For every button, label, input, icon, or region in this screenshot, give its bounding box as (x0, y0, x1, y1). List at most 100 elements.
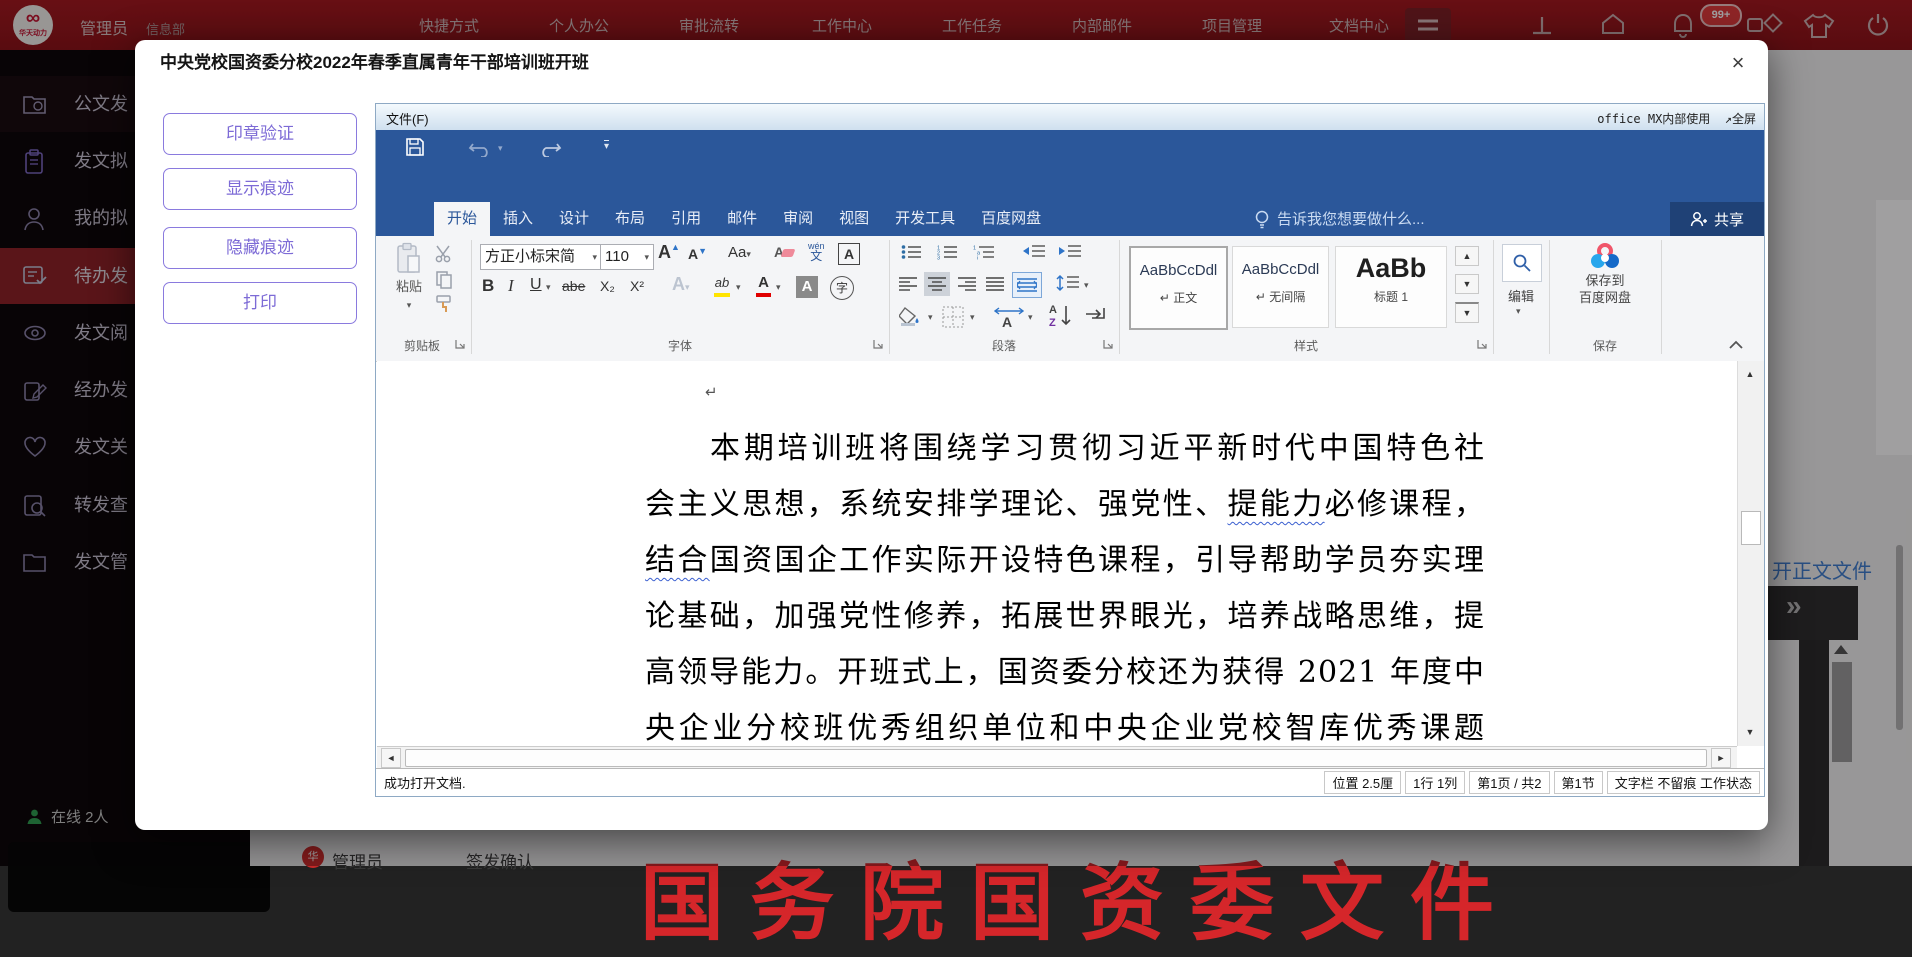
seal-verify-button[interactable]: 印章验证 (163, 113, 357, 155)
decrease-indent-button[interactable] (1022, 244, 1046, 260)
tab-developer[interactable]: 开发工具 (882, 202, 968, 236)
underline-caret-icon[interactable]: ▾ (546, 282, 551, 293)
doc-horizontal-scrollbar[interactable]: ◄ ► (377, 746, 1737, 769)
styles-dialog-launcher-icon[interactable] (1476, 338, 1488, 350)
highlight-color-button[interactable]: ab (714, 274, 730, 298)
font-name-select[interactable]: 方正小标宋简 ▾ (480, 244, 602, 270)
vscroll-thumb[interactable] (1741, 511, 1761, 545)
edit-menu-button[interactable]: 编辑 (1502, 286, 1540, 305)
styles-scroll-down[interactable]: ▼ (1455, 274, 1479, 294)
close-icon[interactable]: × (1723, 48, 1753, 78)
clipboard-dialog-launcher-icon[interactable] (454, 338, 466, 350)
font-size-select[interactable]: 110 ▾ (600, 244, 654, 270)
undo-icon[interactable] (468, 139, 494, 157)
line-spacing-button[interactable] (1056, 274, 1080, 292)
redo-icon[interactable] (536, 139, 562, 157)
numbering-button[interactable]: 123 (936, 244, 958, 260)
character-border-button[interactable]: A (838, 243, 860, 265)
svg-text:1: 1 (973, 246, 976, 252)
highlight-caret-icon[interactable]: ▾ (736, 282, 741, 293)
underline-button[interactable]: U (530, 276, 542, 294)
bullets-button[interactable] (901, 244, 923, 260)
tab-review[interactable]: 审阅 (770, 202, 826, 236)
styles-scroll-up[interactable]: ▲ (1455, 246, 1479, 266)
borders-caret-icon[interactable]: ▾ (970, 312, 975, 323)
fullscreen-link[interactable]: ↗全屏 (1725, 112, 1756, 126)
save-to-baidu-button[interactable]: 保存到百度网盘 (1559, 240, 1651, 306)
borders-button[interactable] (942, 306, 964, 328)
line-spacing-caret-icon[interactable]: ▾ (1084, 280, 1089, 291)
shading-caret-icon[interactable]: ▾ (928, 312, 933, 323)
print-button[interactable]: 打印 (163, 282, 357, 324)
subscript-button[interactable]: X₂ (600, 278, 615, 294)
tab-layout[interactable]: 布局 (602, 202, 658, 236)
hscroll-thumb[interactable] (405, 749, 1707, 767)
character-scaling-caret-icon[interactable]: ▾ (1028, 312, 1033, 323)
multilevel-list-button[interactable]: 1ai (972, 244, 996, 260)
superscript-button[interactable]: X² (630, 278, 644, 294)
clear-format-button[interactable]: A (774, 244, 794, 262)
tab-mailings[interactable]: 邮件 (714, 202, 770, 236)
sort-button[interactable]: AZ (1048, 302, 1074, 328)
edit-caret-icon[interactable]: ▾ (1516, 306, 1521, 317)
ribbon-band: ▾ ▾ 开始 插入 设计 布局 引用 邮件 审阅 视图 开发工具 百度网盘 告诉… (376, 130, 1764, 236)
shading-bucket-button[interactable] (899, 306, 923, 326)
scroll-right-icon[interactable]: ► (1711, 748, 1731, 768)
file-menu[interactable]: 文件(F) (386, 109, 429, 128)
character-shading-button[interactable]: A (796, 276, 818, 298)
document-page[interactable]: ↵ 本期培训班将围绕学习贯彻习近平新时代中国特色社 会主义思想，系统安排学理论、… (377, 361, 1737, 746)
align-left-button[interactable] (899, 276, 919, 292)
tell-me-box[interactable]: 告诉我您想要做什么... (1254, 208, 1425, 229)
tab-view[interactable]: 视图 (826, 202, 882, 236)
bold-button[interactable]: B (482, 276, 494, 296)
distributed-align-button[interactable] (1012, 272, 1042, 298)
share-button[interactable]: 共享 (1670, 202, 1764, 236)
show-formatting-marks-button[interactable] (1084, 306, 1108, 326)
undo-caret-icon[interactable]: ▾ (498, 143, 503, 154)
increase-indent-button[interactable] (1058, 244, 1082, 260)
spellcheck-wavy: 结合 (645, 543, 710, 578)
font-dialog-launcher-icon[interactable] (872, 338, 884, 350)
tab-home[interactable]: 开始 (434, 202, 490, 236)
shrink-font-button[interactable]: A▼ (688, 246, 707, 262)
tab-insert[interactable]: 插入 (490, 202, 546, 236)
enclose-characters-button[interactable]: 字 (830, 276, 854, 300)
tab-baidu-netdisk[interactable]: 百度网盘 (968, 202, 1054, 236)
strikethrough-button[interactable]: abe (562, 278, 585, 294)
save-icon[interactable] (404, 136, 426, 158)
doc-vertical-scrollbar[interactable]: ▲ ▼ (1737, 361, 1764, 746)
align-right-button[interactable] (958, 276, 978, 292)
format-painter-icon[interactable] (434, 294, 454, 314)
tab-references[interactable]: 引用 (658, 202, 714, 236)
paste-button[interactable]: 粘贴 ▾ (386, 242, 432, 313)
scroll-down-icon[interactable]: ▼ (1741, 723, 1759, 741)
text-effects-button[interactable]: A▾ (672, 274, 690, 295)
align-center-button[interactable] (924, 272, 950, 296)
svg-text:A: A (1049, 304, 1057, 316)
show-traces-button[interactable]: 显示痕迹 (163, 168, 357, 210)
change-case-button[interactable]: Aa▾ (728, 244, 751, 261)
collapse-ribbon-icon[interactable] (1728, 338, 1744, 350)
styles-more-button[interactable]: ▼ (1455, 302, 1479, 323)
italic-button[interactable]: I (508, 276, 514, 296)
copy-icon[interactable] (434, 269, 454, 289)
doc-line-2: 会主义思想，系统安排学理论、强党性、提能力必修课程， (645, 479, 1485, 523)
scroll-left-icon[interactable]: ◄ (381, 748, 401, 768)
pinyin-guide-button[interactable]: wén文 (808, 240, 825, 261)
font-color-button[interactable]: A (756, 274, 771, 298)
style-heading1[interactable]: AaBb 标题 1 (1335, 246, 1447, 328)
style-normal[interactable]: AaBbCcDdl ↵ 正文 (1129, 246, 1228, 330)
tab-design[interactable]: 设计 (546, 202, 602, 236)
hide-traces-button[interactable]: 隐藏痕迹 (163, 227, 357, 269)
font-color-caret-icon[interactable]: ▾ (776, 282, 781, 293)
styles-group-label: 样式 (1119, 337, 1493, 354)
find-button[interactable] (1502, 244, 1542, 282)
grow-font-button[interactable]: A▲ (658, 242, 680, 263)
cut-scissors-icon[interactable] (434, 244, 454, 264)
style-no-spacing[interactable]: AaBbCcDdl ↵ 无间隔 (1232, 246, 1329, 328)
paragraph-dialog-launcher-icon[interactable] (1102, 338, 1114, 350)
justify-button[interactable] (986, 276, 1006, 292)
character-scaling-button[interactable]: A (994, 304, 1024, 328)
scroll-up-icon[interactable]: ▲ (1741, 365, 1759, 383)
qat-customize-icon[interactable]: ▾ (604, 140, 609, 152)
